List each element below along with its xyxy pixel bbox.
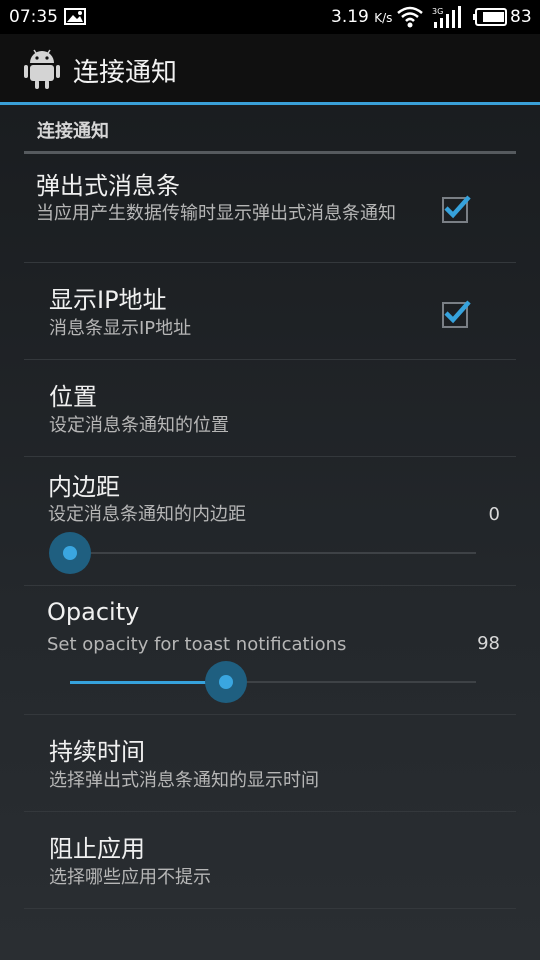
checkmark-icon	[444, 300, 471, 324]
show-ip-checkbox[interactable]	[442, 300, 471, 328]
pref-position-title: 位置	[49, 383, 97, 411]
android-icon[interactable]	[22, 46, 62, 90]
pref-opacity: Opacity Set opacity for toast notificati…	[24, 586, 516, 715]
battery-level: 83	[510, 7, 532, 27]
section-header: 连接通知	[24, 105, 516, 154]
action-bar: 连接通知	[0, 34, 540, 105]
pref-duration[interactable]: 持续时间 选择弹出式消息条通知的显示时间	[24, 715, 516, 812]
battery-icon	[473, 8, 507, 26]
pref-show-ip[interactable]: 显示IP地址 消息条显示IP地址	[24, 263, 516, 360]
status-network-speed: 3.19 K/s	[331, 7, 393, 27]
pref-padding: 内边距 设定消息条通知的内边距 0	[24, 457, 516, 586]
padding-value: 0	[488, 504, 500, 525]
opacity-slider-fill	[70, 681, 226, 684]
page-title: 连接通知	[73, 58, 178, 88]
pref-opacity-title: Opacity	[47, 598, 140, 626]
pref-position-summary: 设定消息条通知的位置	[49, 415, 229, 436]
status-bar: 07:35 3.19 K/s 3G 83	[0, 0, 540, 34]
checkmark-icon	[444, 195, 471, 219]
settings-list: 连接通知 弹出式消息条 当应用产生数据传输时显示弹出式消息条通知 显示IP地址 …	[0, 105, 540, 960]
pref-block-apps-title: 阻止应用	[49, 835, 145, 863]
pref-padding-summary: 设定消息条通知的内边距	[48, 504, 246, 525]
padding-slider-track[interactable]	[70, 552, 476, 554]
pref-position[interactable]: 位置 设定消息条通知的位置	[24, 360, 516, 457]
padding-slider-thumb[interactable]	[49, 532, 91, 574]
pref-show-ip-title: 显示IP地址	[49, 286, 167, 314]
opacity-slider-thumb[interactable]	[205, 661, 247, 703]
opacity-value: 98	[477, 633, 500, 654]
pref-popup-title: 弹出式消息条	[36, 172, 180, 200]
pref-popup-summary: 当应用产生数据传输时显示弹出式消息条通知	[36, 203, 396, 224]
signal-3g-icon: 3G	[432, 6, 461, 28]
pref-popup-notification[interactable]: 弹出式消息条 当应用产生数据传输时显示弹出式消息条通知	[24, 154, 516, 263]
image-notification-icon	[64, 8, 86, 25]
wifi-icon	[397, 6, 423, 28]
pref-duration-title: 持续时间	[49, 738, 145, 766]
svg-text:3G: 3G	[432, 7, 443, 16]
section-title: 连接通知	[37, 121, 109, 142]
pref-duration-summary: 选择弹出式消息条通知的显示时间	[49, 770, 319, 791]
status-time: 07:35	[9, 7, 58, 27]
pref-block-apps-summary: 选择哪些应用不提示	[49, 867, 211, 888]
pref-opacity-summary: Set opacity for toast notifications	[47, 634, 347, 655]
pref-show-ip-summary: 消息条显示IP地址	[49, 318, 192, 339]
pref-block-apps[interactable]: 阻止应用 选择哪些应用不提示	[24, 812, 516, 909]
popup-checkbox[interactable]	[442, 195, 471, 223]
pref-padding-title: 内边距	[48, 473, 120, 501]
